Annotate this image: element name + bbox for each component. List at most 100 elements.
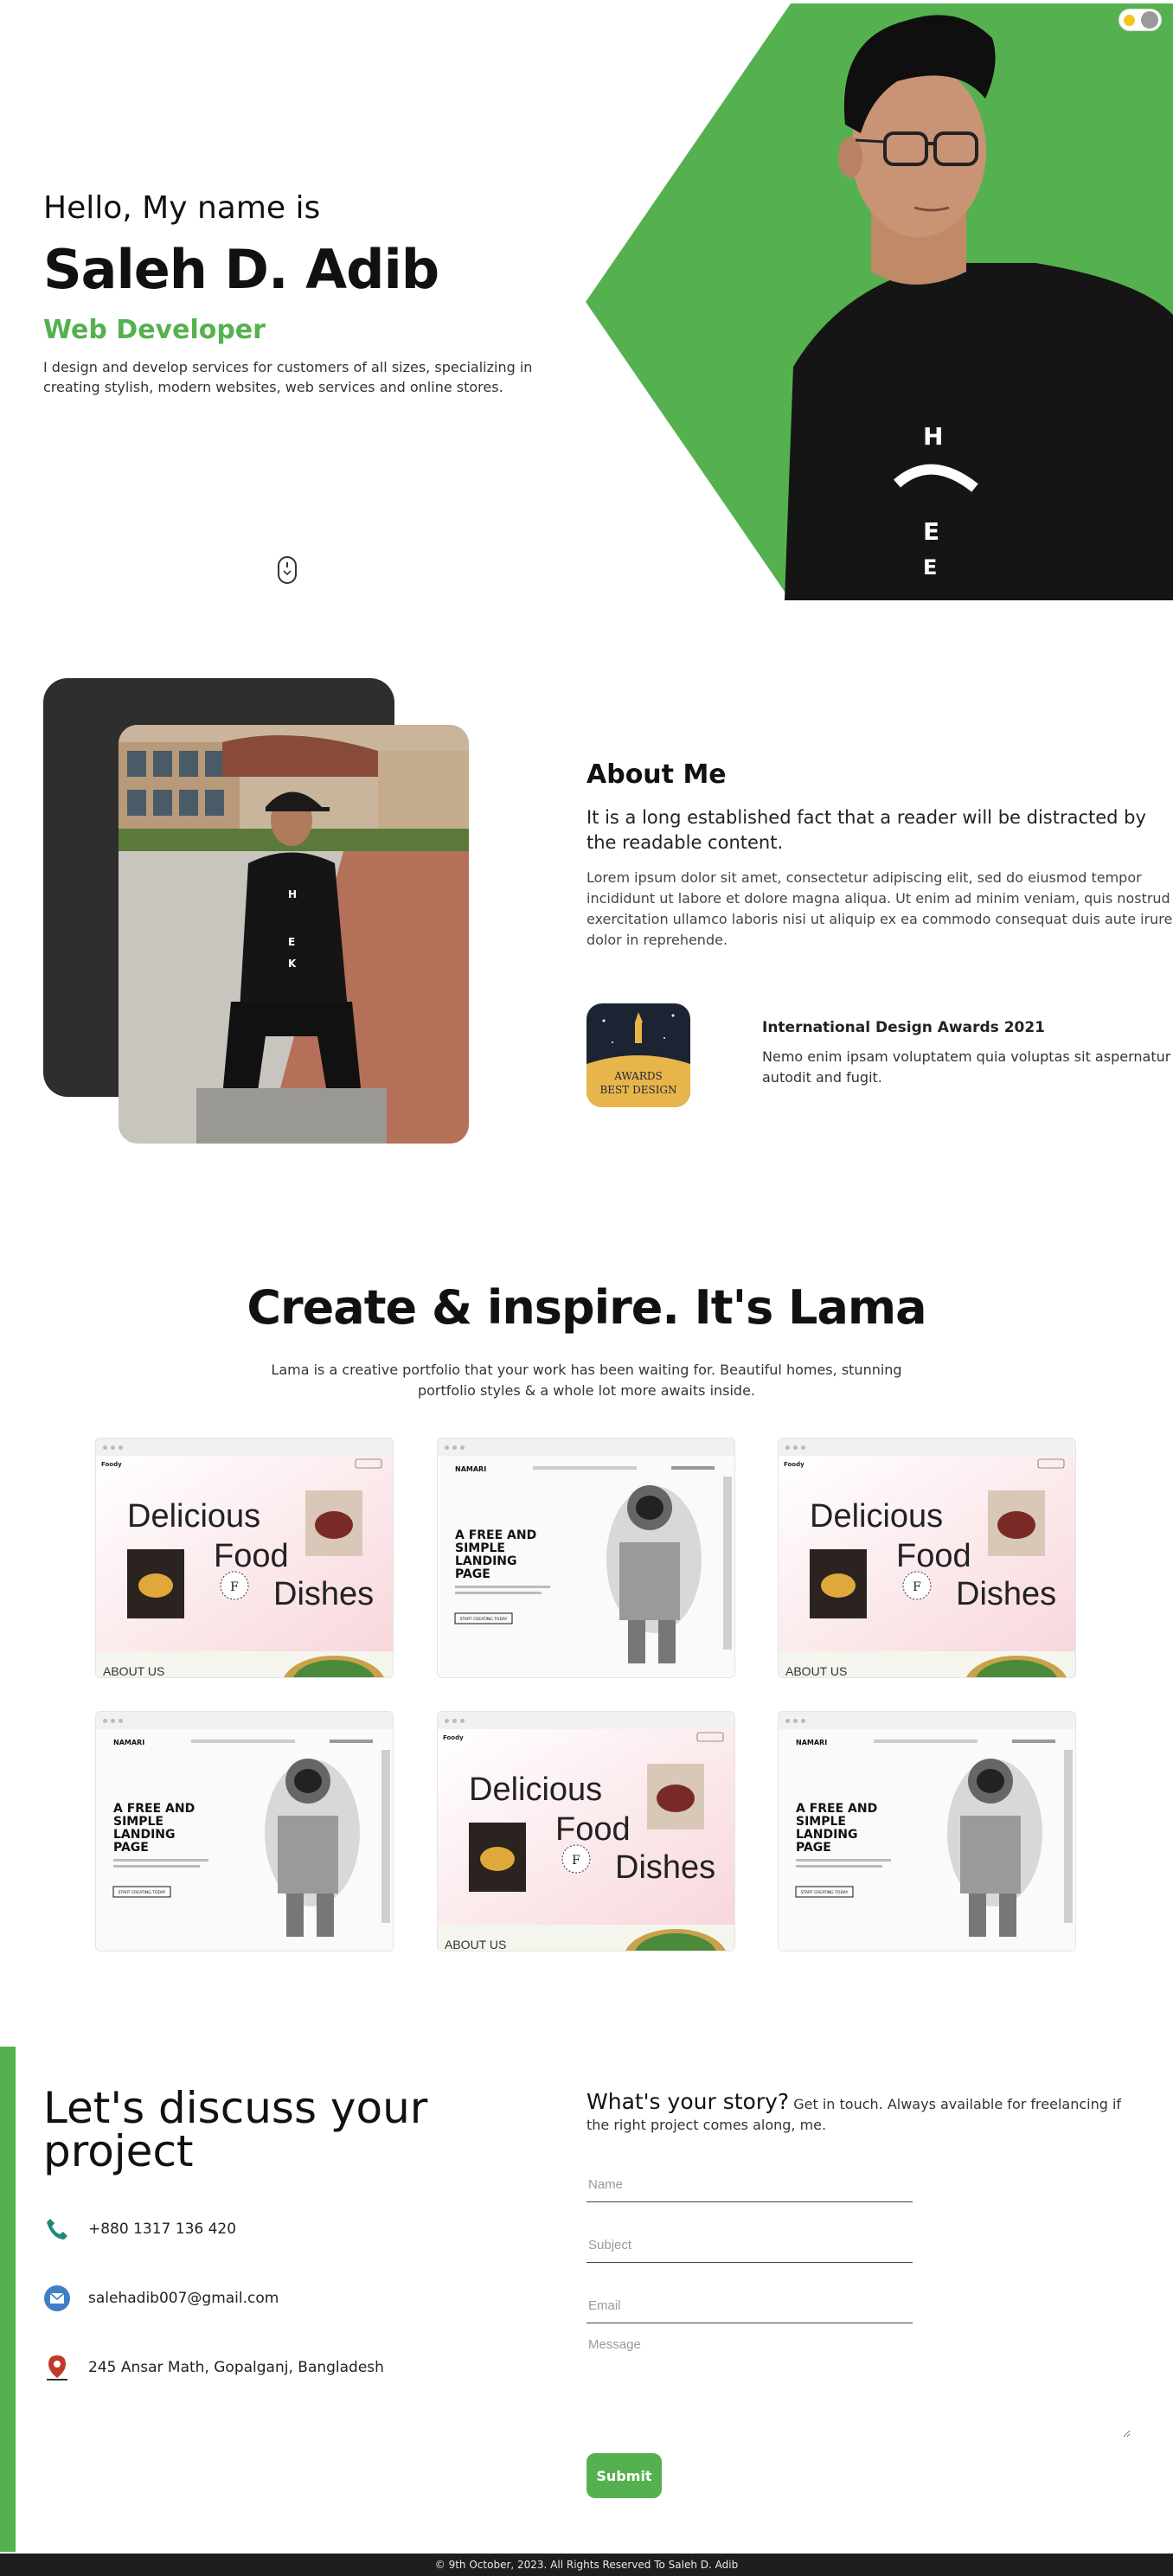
about-photo: H E K xyxy=(119,725,469,1144)
award-badge-icon: AWARDS BEST DESIGN xyxy=(586,1003,690,1107)
browser-bar xyxy=(96,1712,393,1729)
shirt-letter-2: E xyxy=(923,517,939,546)
svg-text:E: E xyxy=(288,936,295,948)
email-icon xyxy=(44,2285,70,2311)
award-badge-line2: BEST DESIGN xyxy=(599,1084,676,1096)
svg-text:Dishes: Dishes xyxy=(273,1576,374,1612)
svg-text:ABOUT US: ABOUT US xyxy=(103,1664,164,1678)
svg-text:Food: Food xyxy=(555,1811,631,1848)
svg-text:F: F xyxy=(572,1854,580,1868)
footer: © 9th October, 2023. All Rights Reserved… xyxy=(0,2554,1173,2576)
food-site-preview: Foody Delicious Food Dishes F ABOUT US xyxy=(96,1456,393,1678)
svg-text:Foody: Foody xyxy=(784,1461,804,1468)
award-badge-line1: AWARDS xyxy=(613,1070,662,1082)
browser-bar xyxy=(779,1712,1075,1729)
contact-title: Let's discuss your project xyxy=(43,2083,428,2176)
hero-role: Web Developer xyxy=(43,315,266,345)
story-heading: What's your story? xyxy=(586,2089,790,2114)
svg-text:PAGE: PAGE xyxy=(455,1567,490,1581)
shirt-letter-1: H xyxy=(923,422,943,451)
food-site-preview: Foody Delicious Food Dishes F ABOUT US xyxy=(779,1456,1075,1678)
svg-text:PAGE: PAGE xyxy=(796,1841,831,1855)
svg-text:START CREATING TODAY: START CREATING TODAY xyxy=(460,1617,508,1622)
svg-text:Dishes: Dishes xyxy=(956,1576,1056,1612)
contact-address: 245 Ansar Math, Gopalganj, Bangladesh xyxy=(88,2359,384,2376)
svg-text:H: H xyxy=(288,888,297,900)
mouse-scroll-icon[interactable] xyxy=(277,555,298,585)
svg-text:SIMPLE: SIMPLE xyxy=(113,1815,163,1829)
landing-site-preview: NAMARI A FREE AND SIMPLE LANDING PAGE ST… xyxy=(779,1729,1075,1951)
svg-text:Food: Food xyxy=(214,1538,289,1574)
hero-text-block: Hello, My name is Saleh D. Adib Web Deve… xyxy=(43,190,562,397)
svg-text:Delicious: Delicious xyxy=(810,1498,943,1535)
browser-bar xyxy=(96,1439,393,1456)
email-field[interactable] xyxy=(586,2289,913,2323)
award-title: International Design Awards 2021 xyxy=(762,1019,1046,1036)
svg-text:ABOUT US: ABOUT US xyxy=(445,1938,506,1951)
svg-text:F: F xyxy=(230,1580,239,1594)
portfolio-card-food[interactable]: Foody Delicious Food Dishes F ABOUT US xyxy=(95,1438,394,1678)
svg-text:Foody: Foody xyxy=(443,1734,464,1741)
svg-text:SIMPLE: SIMPLE xyxy=(455,1541,505,1555)
svg-text:LANDING: LANDING xyxy=(796,1828,858,1842)
svg-text:ABOUT US: ABOUT US xyxy=(785,1664,847,1678)
svg-text:LANDING: LANDING xyxy=(455,1554,517,1568)
contact-story: What's your story? Get in touch. Always … xyxy=(586,2089,1140,2136)
portfolio-card-landing[interactable]: NAMARI A FREE AND SIMPLE LANDING PAGE ST… xyxy=(437,1438,735,1678)
svg-text:NAMARI: NAMARI xyxy=(796,1739,827,1746)
food-site-preview: Foody Delicious Food Dishes F ABOUT US xyxy=(438,1729,734,1951)
sun-icon xyxy=(1124,15,1135,26)
hero-section: H E E Hello, My name is Saleh D. Adib We… xyxy=(0,0,1173,606)
award-text-block: International Design Awards 2021 Nemo en… xyxy=(762,1019,1173,1088)
svg-text:NAMARI: NAMARI xyxy=(113,1739,144,1746)
contact-address-row: 245 Ansar Math, Gopalganj, Bangladesh xyxy=(43,2353,528,2382)
svg-text:A FREE AND: A FREE AND xyxy=(796,1802,877,1816)
portfolio-card-food[interactable]: Foody Delicious Food Dishes F ABOUT US xyxy=(437,1711,735,1951)
hero-description: I design and develop services for custom… xyxy=(43,359,533,395)
about-title: About Me xyxy=(586,759,727,790)
svg-text:Food: Food xyxy=(896,1538,971,1574)
svg-text:K: K xyxy=(288,958,297,970)
subject-field[interactable] xyxy=(586,2228,913,2263)
award-description: Nemo enim ipsam voluptatem quia voluptas… xyxy=(762,1048,1171,1086)
svg-text:Delicious: Delicious xyxy=(469,1772,602,1808)
about-body: Lorem ipsum dolor sit amet, consectetur … xyxy=(586,869,1173,948)
theme-toggle-icon[interactable] xyxy=(1119,9,1162,31)
contact-accent-stripe xyxy=(0,2047,16,2552)
contact-phone: +880 1317 136 420 xyxy=(88,2220,237,2238)
portfolio-card-landing[interactable]: NAMARI A FREE AND SIMPLE LANDING PAGE ST… xyxy=(778,1711,1076,1951)
svg-text:NAMARI: NAMARI xyxy=(455,1465,486,1473)
svg-text:Foody: Foody xyxy=(101,1461,122,1468)
landing-site-preview: NAMARI A FREE AND SIMPLE LANDING PAGE ST… xyxy=(96,1729,393,1951)
contact-email-row[interactable]: salehadib007@gmail.com xyxy=(43,2284,528,2313)
portfolio-card-landing[interactable]: NAMARI A FREE AND SIMPLE LANDING PAGE ST… xyxy=(95,1711,394,1951)
name-field[interactable] xyxy=(586,2168,913,2202)
svg-text:LANDING: LANDING xyxy=(113,1828,176,1842)
contact-phone-row[interactable]: +880 1317 136 420 xyxy=(43,2214,528,2244)
hero-name: Saleh D. Adib xyxy=(43,238,439,301)
submit-button[interactable]: Submit xyxy=(586,2453,662,2498)
portfolio-card-food[interactable]: Foody Delicious Food Dishes F ABOUT US xyxy=(778,1438,1076,1678)
message-field[interactable] xyxy=(586,2336,1131,2438)
svg-text:A FREE AND: A FREE AND xyxy=(455,1528,536,1542)
svg-text:START CREATING TODAY: START CREATING TODAY xyxy=(801,1890,849,1895)
location-pin-icon xyxy=(47,2355,67,2381)
svg-text:F: F xyxy=(913,1580,921,1594)
phone-icon xyxy=(47,2219,67,2240)
hero-portrait: H E E xyxy=(586,3,1173,600)
about-lead: It is a long established fact that a rea… xyxy=(586,807,1146,853)
svg-text:A FREE AND: A FREE AND xyxy=(113,1802,195,1816)
contact-email: salehadib007@gmail.com xyxy=(88,2290,279,2307)
svg-text:PAGE: PAGE xyxy=(113,1841,149,1855)
browser-bar xyxy=(779,1439,1075,1456)
hero-greeting: Hello, My name is xyxy=(43,190,321,226)
svg-text:SIMPLE: SIMPLE xyxy=(796,1815,846,1829)
toggle-knob xyxy=(1141,11,1158,29)
svg-text:START CREATING TODAY: START CREATING TODAY xyxy=(119,1890,166,1895)
portfolio-subtitle: Lama is a creative portfolio that your w… xyxy=(271,1362,902,1399)
svg-text:Dishes: Dishes xyxy=(615,1849,715,1886)
portfolio-title: Create & inspire. It's Lama xyxy=(247,1280,926,1335)
svg-text:Delicious: Delicious xyxy=(127,1498,260,1535)
browser-bar xyxy=(438,1712,734,1729)
landing-site-preview: NAMARI A FREE AND SIMPLE LANDING PAGE ST… xyxy=(438,1456,734,1677)
